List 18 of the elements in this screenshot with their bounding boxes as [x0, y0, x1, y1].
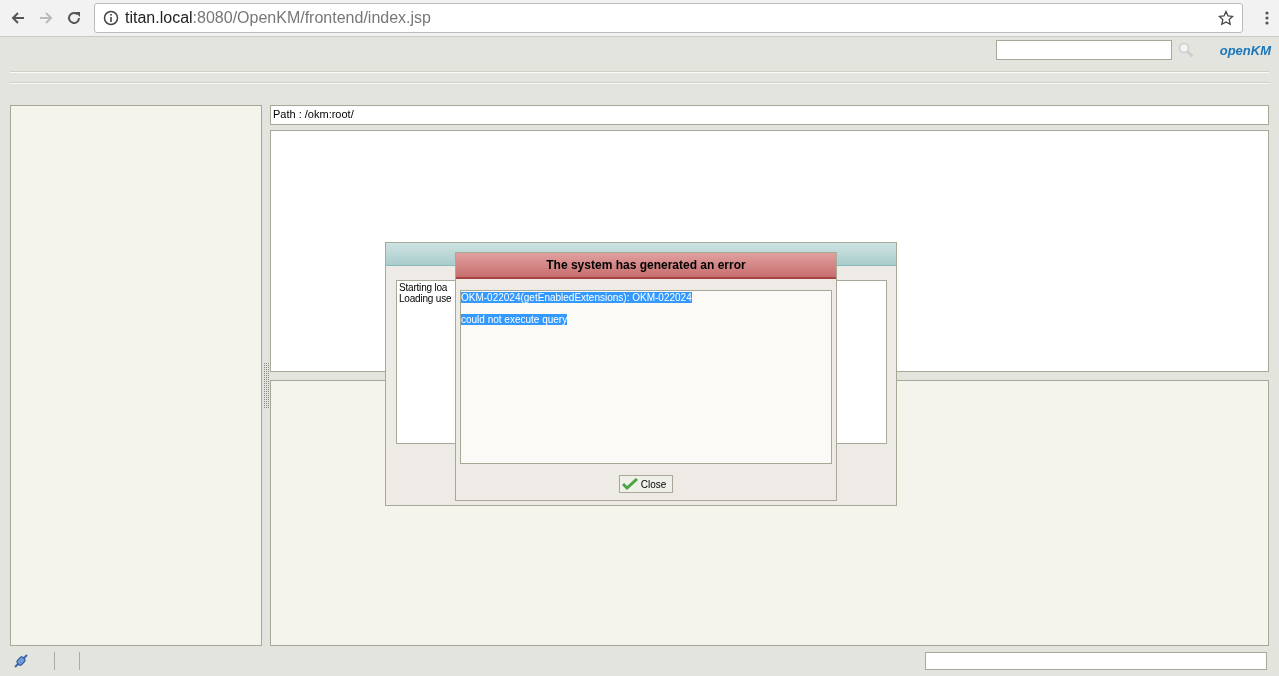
search-field[interactable]: [995, 40, 1172, 60]
reload-icon[interactable]: [66, 10, 82, 26]
address-bar[interactable]: titan.local:8080/OpenKM/frontend/index.jsp: [94, 3, 1243, 33]
close-button[interactable]: Close: [618, 475, 674, 493]
info-icon[interactable]: [103, 10, 119, 26]
path-bar: Path : /okm:root/: [270, 105, 1269, 125]
check-icon: [621, 478, 638, 490]
splitter-handle[interactable]: [263, 362, 269, 409]
logo: openKM: [1219, 42, 1271, 58]
error-message: OKM-022024(getEnabledExtensions): OKM-022024: [461, 292, 692, 303]
back-icon[interactable]: [10, 10, 26, 26]
log-line: Loading use: [399, 293, 452, 304]
log-line: Starting loa: [399, 282, 448, 293]
url-text: titan.local:8080/OpenKM/frontend/index.jsp: [125, 9, 432, 27]
dialog-title: The system has generated an error: [456, 253, 836, 279]
error-message: could not execute query: [461, 314, 568, 325]
menu-icon[interactable]: [1265, 10, 1269, 26]
star-icon[interactable]: [1218, 10, 1234, 26]
